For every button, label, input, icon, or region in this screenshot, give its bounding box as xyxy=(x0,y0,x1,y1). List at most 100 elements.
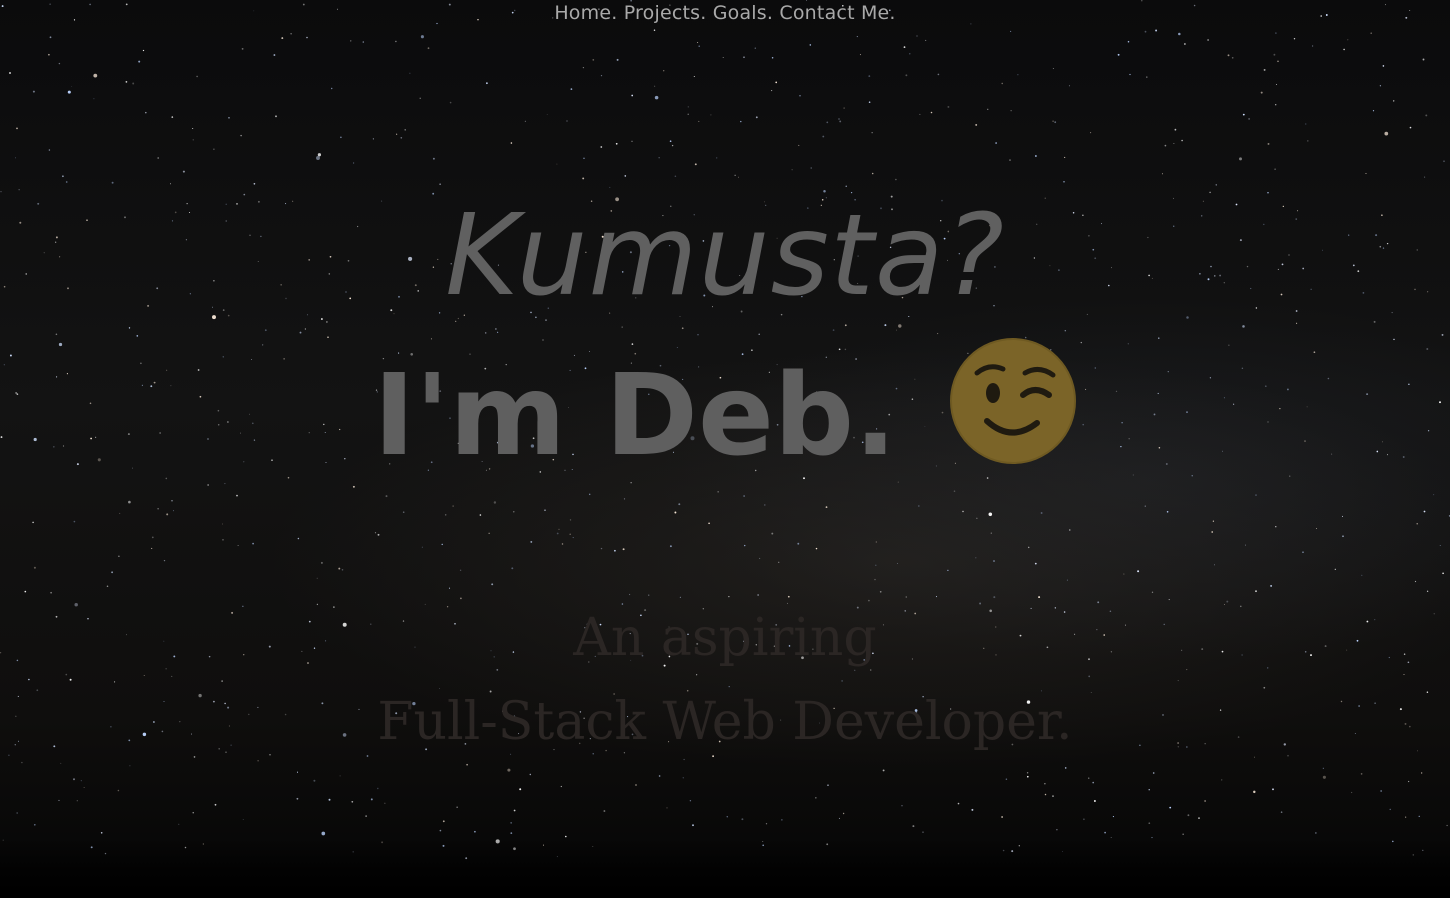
nav-home-link[interactable]: Home. xyxy=(554,2,617,24)
star xyxy=(484,332,487,334)
star xyxy=(151,536,154,539)
star xyxy=(765,823,768,825)
star xyxy=(758,333,760,335)
star xyxy=(510,832,513,834)
star xyxy=(1093,800,1096,802)
star xyxy=(569,533,571,535)
star xyxy=(1152,772,1155,774)
star xyxy=(916,35,918,37)
star xyxy=(710,114,712,116)
star xyxy=(1001,816,1003,818)
star xyxy=(55,333,58,336)
star xyxy=(400,136,403,139)
star xyxy=(1090,132,1092,134)
star xyxy=(138,60,141,63)
star xyxy=(616,58,619,61)
star xyxy=(1169,806,1172,809)
star xyxy=(1426,590,1429,592)
star xyxy=(1151,591,1154,593)
star xyxy=(58,342,63,347)
star xyxy=(240,134,242,137)
star xyxy=(1010,110,1012,112)
star xyxy=(1372,110,1375,112)
star xyxy=(570,88,573,90)
star xyxy=(385,495,388,498)
nav-projects-link[interactable]: Projects. xyxy=(624,2,707,24)
nav-contact-link[interactable]: Contact Me. xyxy=(779,2,895,24)
star xyxy=(1010,30,1012,32)
star xyxy=(995,142,997,144)
star xyxy=(546,114,548,115)
star xyxy=(1239,157,1242,161)
star xyxy=(111,181,114,184)
star xyxy=(875,541,877,543)
star xyxy=(658,775,661,777)
star xyxy=(100,832,103,834)
name-heading: I'm Deb. xyxy=(373,351,897,481)
star xyxy=(698,45,700,47)
star xyxy=(1123,573,1125,575)
star xyxy=(832,329,835,331)
star xyxy=(759,557,761,559)
star xyxy=(452,505,454,507)
star xyxy=(1069,529,1071,531)
star xyxy=(1184,43,1186,45)
star xyxy=(365,815,367,817)
star xyxy=(262,344,264,346)
star xyxy=(1129,73,1131,76)
star xyxy=(24,590,27,593)
star xyxy=(572,537,574,539)
star xyxy=(1083,818,1085,821)
star xyxy=(299,331,302,334)
star xyxy=(306,36,308,39)
star xyxy=(845,185,847,187)
star xyxy=(744,544,746,547)
star xyxy=(898,324,902,328)
star xyxy=(327,336,329,339)
star xyxy=(441,543,443,546)
star xyxy=(1137,570,1140,573)
star xyxy=(624,175,627,177)
star xyxy=(106,585,109,587)
star xyxy=(313,779,316,782)
star xyxy=(252,542,254,545)
star xyxy=(754,47,756,49)
star xyxy=(895,178,897,181)
nav-goals-link[interactable]: Goals. xyxy=(713,2,773,24)
star xyxy=(798,144,800,146)
star xyxy=(600,146,603,148)
star xyxy=(1312,45,1314,47)
star xyxy=(826,121,829,124)
star xyxy=(1307,140,1309,142)
star xyxy=(975,557,977,559)
tagline: An aspiring Full-Stack Web Developer. xyxy=(0,596,1450,764)
star xyxy=(83,787,85,788)
star xyxy=(1228,344,1230,346)
star xyxy=(50,591,52,594)
star xyxy=(117,789,120,792)
star xyxy=(825,506,828,508)
star xyxy=(653,85,656,87)
star xyxy=(740,120,742,123)
star xyxy=(1277,60,1279,63)
star xyxy=(432,157,435,160)
star xyxy=(1361,574,1363,576)
star xyxy=(775,81,778,84)
star xyxy=(377,787,379,790)
star xyxy=(629,593,631,596)
star xyxy=(62,175,64,178)
star xyxy=(1389,808,1391,811)
star xyxy=(1267,142,1270,145)
star xyxy=(493,501,497,504)
star xyxy=(1424,176,1426,178)
star xyxy=(1414,580,1417,583)
star xyxy=(917,505,920,507)
star xyxy=(674,175,677,177)
star xyxy=(16,127,18,130)
star xyxy=(697,334,699,336)
star xyxy=(351,800,354,803)
star xyxy=(510,822,512,824)
star xyxy=(1263,68,1266,71)
star xyxy=(1423,510,1426,513)
star xyxy=(275,115,277,118)
